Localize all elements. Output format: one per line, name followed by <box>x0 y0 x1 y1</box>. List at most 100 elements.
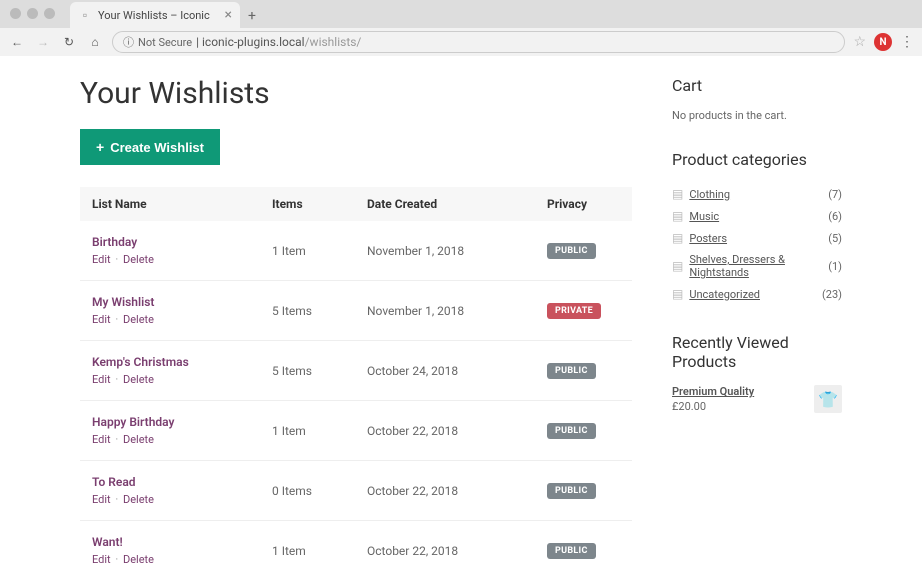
delete-link[interactable]: Delete <box>123 313 154 326</box>
wishlist-name-link[interactable]: Birthday <box>92 235 272 249</box>
wishlist-name-link[interactable]: Kemp's Christmas <box>92 355 272 369</box>
privacy-badge: PUBLIC <box>547 483 596 499</box>
browser-tab[interactable]: ▫ Your Wishlists – Iconic × <box>70 2 240 28</box>
category-count: (23) <box>822 288 842 301</box>
table-row: Kemp's ChristmasEdit · Delete5 ItemsOcto… <box>80 340 632 400</box>
wishlist-name-link[interactable]: To Read <box>92 475 272 489</box>
edit-link[interactable]: Edit <box>92 373 111 386</box>
category-count: (6) <box>828 210 842 223</box>
cart-widget: Cart No products in the cart. <box>672 76 842 122</box>
category-label: Music <box>689 210 719 223</box>
privacy-badge: PUBLIC <box>547 423 596 439</box>
category-label: Shelves, Dressers & Nightstands <box>689 253 828 279</box>
category-count: (5) <box>828 232 842 245</box>
minimize-window-icon[interactable] <box>27 8 38 19</box>
create-wishlist-button[interactable]: + Create Wishlist <box>80 129 220 165</box>
folder-icon: ▤ <box>672 287 683 301</box>
url-input[interactable]: ⓘ Not Secure | iconic-plugins.local/wish… <box>112 31 845 53</box>
page-title: Your Wishlists <box>80 76 632 111</box>
table-row: Happy BirthdayEdit · Delete1 ItemOctober… <box>80 400 632 460</box>
table-header: List Name Items Date Created Privacy <box>80 187 632 221</box>
category-item[interactable]: ▤ Shelves, Dressers & Nightstands(1) <box>672 249 842 283</box>
col-header-name: List Name <box>92 197 272 211</box>
delete-link[interactable]: Delete <box>123 433 154 446</box>
product-name: Premium Quality <box>672 385 806 398</box>
category-label: Posters <box>689 232 727 245</box>
tab-title: Your Wishlists – Iconic <box>98 9 210 22</box>
privacy-badge: PRIVATE <box>547 303 601 319</box>
delete-link[interactable]: Delete <box>123 493 154 506</box>
maximize-window-icon[interactable] <box>44 8 55 19</box>
menu-icon[interactable]: ⋮ <box>900 34 914 50</box>
date-created: October 22, 2018 <box>367 484 547 498</box>
edit-link[interactable]: Edit <box>92 313 111 326</box>
back-button[interactable]: ← <box>8 33 26 51</box>
date-created: October 22, 2018 <box>367 544 547 558</box>
privacy-badge: PUBLIC <box>547 363 596 379</box>
cart-title: Cart <box>672 76 842 95</box>
items-count: 1 Item <box>272 544 367 558</box>
folder-icon: ▤ <box>672 209 683 223</box>
wishlist-name-link[interactable]: Want! <box>92 535 272 549</box>
privacy-badge: PUBLIC <box>547 543 596 559</box>
date-created: November 1, 2018 <box>367 304 547 318</box>
delete-link[interactable]: Delete <box>123 553 154 566</box>
url-path: /wishlists/ <box>305 35 362 49</box>
recent-product[interactable]: Premium Quality £20.00 👕 <box>672 385 842 413</box>
edit-link[interactable]: Edit <box>92 553 111 566</box>
table-row: To ReadEdit · Delete0 ItemsOctober 22, 2… <box>80 460 632 520</box>
tab-bar: ▫ Your Wishlists – Iconic × + <box>0 0 922 28</box>
recent-title: Recently Viewed Products <box>672 333 842 371</box>
privacy-badge: PUBLIC <box>547 243 596 259</box>
table-row: Want!Edit · Delete1 ItemOctober 22, 2018… <box>80 520 632 580</box>
cart-empty-message: No products in the cart. <box>672 109 842 122</box>
close-window-icon[interactable] <box>10 8 21 19</box>
wishlists-table: List Name Items Date Created Privacy Bir… <box>80 187 632 580</box>
date-created: October 22, 2018 <box>367 424 547 438</box>
new-tab-button[interactable]: + <box>248 8 256 28</box>
reload-button[interactable]: ↻ <box>60 33 78 51</box>
window-controls <box>10 8 55 19</box>
browser-chrome: ▫ Your Wishlists – Iconic × + ← → ↻ ⌂ ⓘ … <box>0 0 922 56</box>
edit-link[interactable]: Edit <box>92 253 111 266</box>
category-count: (1) <box>828 260 842 273</box>
profile-avatar[interactable]: N <box>874 33 892 51</box>
categories-title: Product categories <box>672 150 842 169</box>
date-created: October 24, 2018 <box>367 364 547 378</box>
delete-link[interactable]: Delete <box>123 253 154 266</box>
address-bar: ← → ↻ ⌂ ⓘ Not Secure | iconic-plugins.lo… <box>0 28 922 56</box>
security-indicator[interactable]: ⓘ Not Secure <box>123 34 192 50</box>
col-header-items: Items <box>272 197 367 211</box>
product-thumbnail: 👕 <box>814 385 842 413</box>
category-item[interactable]: ▤ Music (6) <box>672 205 842 227</box>
category-item[interactable]: ▤Clothing(7) <box>672 183 842 205</box>
folder-icon: ▤ <box>672 259 683 273</box>
table-row: My WishlistEdit · Delete5 ItemsNovember … <box>80 280 632 340</box>
category-item[interactable]: ▤ Uncategorized (23) <box>672 283 842 305</box>
product-price: £20.00 <box>672 400 706 413</box>
delete-link[interactable]: Delete <box>123 373 154 386</box>
category-item[interactable]: ▤ Posters (5) <box>672 227 842 249</box>
wishlist-name-link[interactable]: Happy Birthday <box>92 415 272 429</box>
categories-widget: Product categories ▤Clothing(7)▤Music(6)… <box>672 150 842 305</box>
home-button[interactable]: ⌂ <box>86 33 104 51</box>
forward-button[interactable]: → <box>34 33 52 51</box>
main-content: Your Wishlists + Create Wishlist List Na… <box>80 76 632 580</box>
col-header-privacy: Privacy <box>547 197 620 211</box>
folder-icon: ▤ <box>672 231 683 245</box>
recent-widget: Recently Viewed Products Premium Quality… <box>672 333 842 413</box>
items-count: 1 Item <box>272 244 367 258</box>
wishlist-name-link[interactable]: My Wishlist <box>92 295 272 309</box>
items-count: 0 Items <box>272 484 367 498</box>
edit-link[interactable]: Edit <box>92 433 111 446</box>
date-created: November 1, 2018 <box>367 244 547 258</box>
bookmark-icon[interactable]: ☆ <box>853 34 866 50</box>
folder-icon: ▤ <box>672 187 683 201</box>
category-label: Clothing <box>689 188 730 201</box>
items-count: 5 Items <box>272 304 367 318</box>
items-count: 5 Items <box>272 364 367 378</box>
category-label: Uncategorized <box>689 288 760 301</box>
close-tab-icon[interactable]: × <box>225 7 232 23</box>
edit-link[interactable]: Edit <box>92 493 111 506</box>
sidebar: Cart No products in the cart. Product ca… <box>672 76 842 580</box>
